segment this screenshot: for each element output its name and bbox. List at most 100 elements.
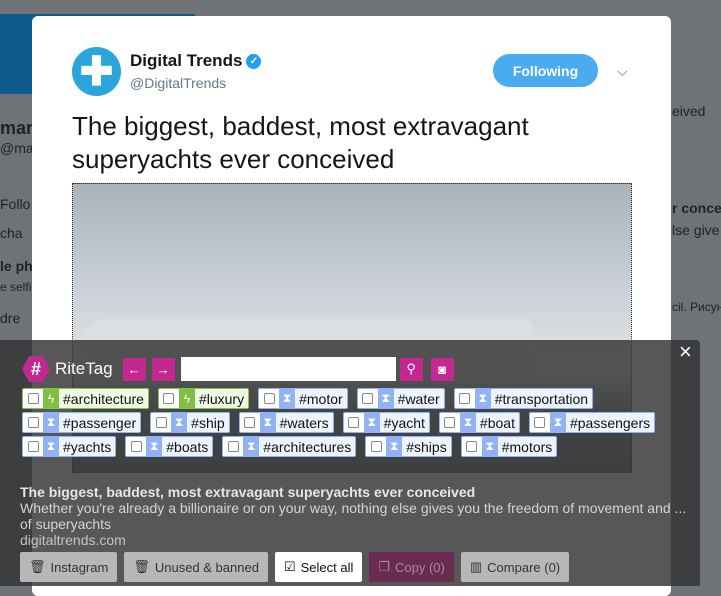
tag-checkbox[interactable] (366, 437, 386, 456)
tag-label: #luxury (194, 389, 249, 408)
close-icon[interactable]: × (679, 339, 692, 365)
lightning-icon: ϟ (43, 389, 59, 408)
tag-chip[interactable]: ⧗ #yacht (342, 412, 430, 433)
tag-chip[interactable]: ⧗ #ship (150, 412, 230, 433)
tag-chip[interactable]: ϟ #architecture (22, 388, 149, 409)
hourglass-icon: ⧗ (146, 437, 163, 456)
brand-name: RiteTag (55, 359, 113, 378)
tag-label: #boats (162, 437, 213, 456)
hourglass-icon: ⧗ (459, 413, 476, 432)
camera-button[interactable]: ◙ (430, 357, 454, 381)
copy-icon: ❐ (378, 559, 390, 574)
tag-checkbox[interactable] (126, 437, 146, 456)
hourglass-icon: ⧗ (377, 389, 394, 408)
tag-chip[interactable]: ⧗ #motor (258, 388, 348, 409)
tag-label: #water (393, 389, 444, 408)
tweet-text: The biggest, baddest, most extravagant s… (72, 111, 529, 174)
hourglass-icon: ⧗ (43, 413, 59, 432)
tag-checkbox[interactable] (159, 389, 179, 408)
tag-checkbox[interactable] (358, 389, 378, 408)
avatar[interactable]: ✚ (72, 47, 121, 96)
tag-checkbox[interactable] (23, 413, 43, 432)
hashtag-icon: # (22, 356, 50, 382)
tag-chip[interactable]: ⧗ #boat (438, 412, 520, 433)
tag-checkbox[interactable] (223, 437, 243, 456)
bg-fragment: mar (0, 118, 34, 138)
tag-label: #architecture (59, 389, 148, 408)
tag-checkbox[interactable] (240, 413, 260, 432)
bar-chart-icon: ▥ (469, 559, 483, 574)
chevron-down-icon[interactable]: ⌵ (617, 63, 628, 80)
unused-label: Unused & banned (154, 559, 259, 575)
author-name-text[interactable]: Digital Trends (130, 51, 242, 70)
hourglass-icon: ⧗ (549, 413, 566, 432)
tag-chip[interactable]: ϟ #luxury (157, 388, 250, 409)
action-bar: 🗑 Instagram 🗑 Unused & banned ☑ Select all … (20, 552, 570, 582)
hourglass-icon: ⧗ (386, 437, 403, 456)
author-handle[interactable]: @DigitalTrends (130, 75, 226, 91)
compare-button[interactable]: ▥ Compare (0) (460, 552, 570, 582)
copy-label: Copy (0) (395, 559, 445, 575)
tag-checkbox[interactable] (23, 389, 43, 408)
tag-checkbox[interactable] (530, 413, 550, 432)
tweet-modal: ✚ Digital Trends ✓ @DigitalTrends Followi… (20, 16, 686, 596)
hourglass-icon: ⧗ (259, 413, 276, 432)
forward-button[interactable]: → (151, 357, 175, 381)
ritetag-logo: # RiteTag (22, 356, 113, 382)
hourglass-icon: ⧗ (279, 389, 296, 408)
instagram-label: Instagram (50, 559, 109, 575)
select-all-button[interactable]: ☑ Select all (274, 552, 363, 582)
verified-icon: ✓ (246, 54, 262, 69)
tag-checkbox[interactable] (344, 413, 364, 432)
trash-icon: 🗑 (29, 559, 46, 574)
tag-label: #motors (497, 437, 557, 456)
hourglass-icon: ⧗ (171, 413, 188, 432)
card-title: The biggest, baddest, most extravagant s… (20, 484, 476, 500)
bg-fragment: lse give (672, 222, 720, 238)
bg-fragment: cil. Рисун (672, 300, 721, 314)
tag-chip[interactable]: ⧗ #transportation (453, 388, 594, 409)
back-button[interactable]: ← (122, 357, 146, 381)
tag-chip[interactable]: ⧗ #motors (460, 436, 558, 457)
tag-checkbox[interactable] (440, 413, 460, 432)
instagram-button[interactable]: 🗑 Instagram (20, 552, 118, 582)
hourglass-icon: ⧗ (243, 437, 260, 456)
tag-checkbox[interactable] (151, 413, 171, 432)
tag-chip[interactable]: ⧗ #boats (125, 436, 214, 457)
bg-fragment: Follo (0, 196, 31, 212)
tag-checkbox[interactable] (259, 389, 279, 408)
tag-list: ϟ #architecture ϟ #luxury ⧗ #motor ⧗ #water ⧗ #tr… (22, 388, 662, 457)
link-card[interactable]: The biggest, baddest, most extravagant s… (20, 484, 700, 548)
tag-chip[interactable]: ⧗ #passengers (528, 412, 656, 433)
search-button[interactable]: ⚲ (399, 357, 423, 381)
card-domain: digitaltrends.com (20, 532, 126, 548)
checkbox-icon: ☑ (283, 559, 296, 574)
copy-button[interactable]: ❐ Copy (0) (369, 552, 454, 582)
search-input[interactable] (180, 357, 396, 381)
compare-label: Compare (0) (487, 559, 561, 575)
tag-chip[interactable]: ⧗ #ships (365, 436, 452, 457)
unused-banned-button[interactable]: 🗑 Unused & banned (124, 552, 268, 582)
hourglass-icon: ⧗ (481, 437, 498, 456)
hourglass-icon: ⧗ (43, 437, 59, 456)
tag-chip[interactable]: ⧗ #waters (238, 412, 334, 433)
tag-label: #passengers (565, 413, 655, 432)
tag-label: #transportation (490, 389, 593, 408)
bg-fragment: le ph (0, 258, 33, 274)
following-button[interactable]: Following (493, 54, 598, 87)
bg-fragment: r conce (672, 200, 721, 216)
tag-chip[interactable]: ⧗ #architectures (222, 436, 357, 457)
tag-label: #yachts (59, 437, 116, 456)
author-name[interactable]: Digital Trends ✓ (130, 51, 262, 71)
tag-chip[interactable]: ⧗ #yachts (22, 436, 117, 457)
ritetag-toolbar: # RiteTag ← → ⚲ ◙ (22, 356, 454, 382)
tag-label: #architectures (259, 437, 356, 456)
tag-label: #ships (402, 437, 451, 456)
tag-chip[interactable]: ⧗ #passenger (22, 412, 142, 433)
tag-checkbox[interactable] (23, 437, 43, 456)
tag-label: #motor (295, 389, 347, 408)
card-description: Whether you're already a billionaire or … (20, 500, 687, 532)
tag-checkbox[interactable] (462, 437, 482, 456)
tag-checkbox[interactable] (455, 389, 475, 408)
tag-chip[interactable]: ⧗ #water (356, 388, 445, 409)
